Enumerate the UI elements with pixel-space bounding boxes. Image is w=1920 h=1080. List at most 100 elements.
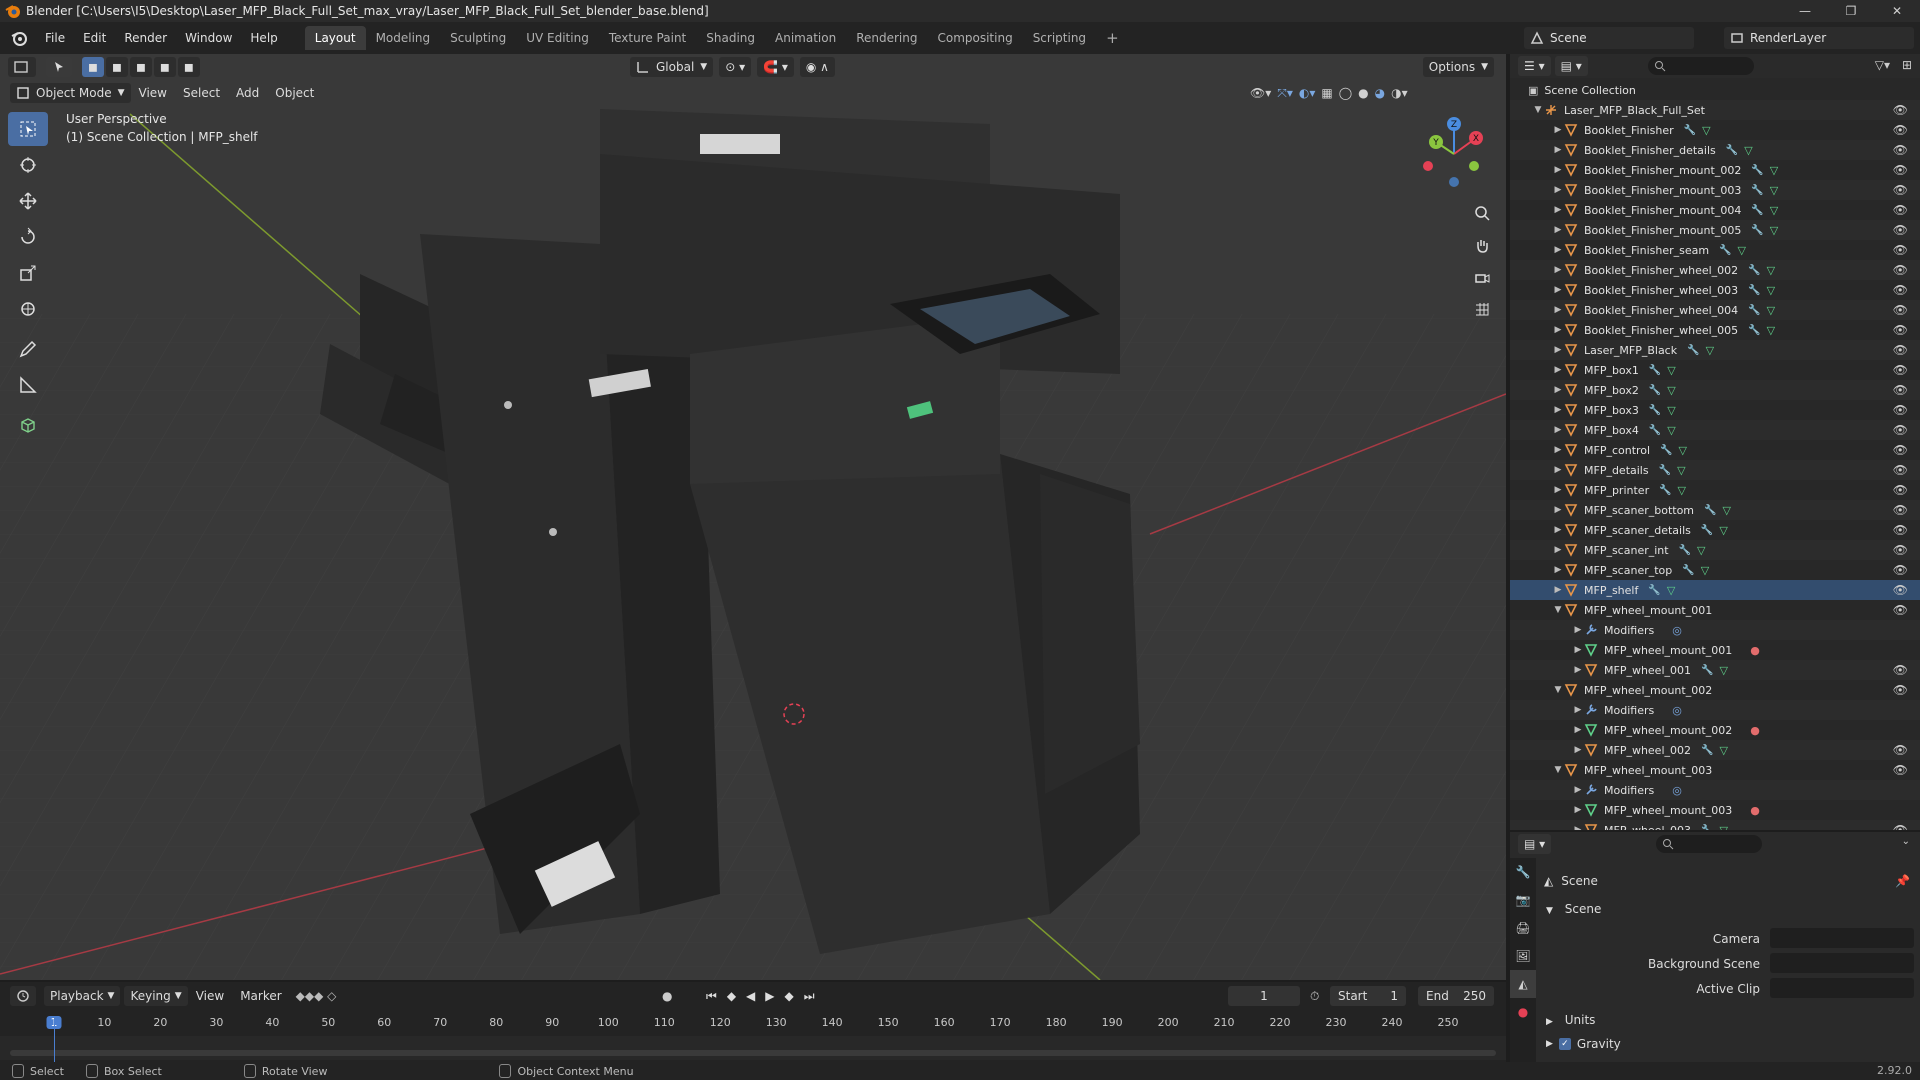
modifier-badge-icon[interactable]: 🔧 bbox=[1726, 145, 1738, 156]
chevron-right-icon[interactable]: ▶ bbox=[1572, 665, 1584, 675]
modifier-badge-icon[interactable]: 🔧 bbox=[1748, 265, 1760, 276]
material-shading-icon[interactable]: ◕ bbox=[1375, 86, 1385, 100]
visibility-eye-icon[interactable]: 👁 bbox=[1893, 363, 1908, 377]
visibility-eye-icon[interactable]: 👁 bbox=[1893, 463, 1908, 477]
current-frame-field[interactable]: 1 bbox=[1228, 986, 1300, 1006]
modifier-badge-icon[interactable]: 🔧 bbox=[1649, 365, 1661, 376]
select-intersect-icon[interactable]: ◼ bbox=[177, 57, 200, 77]
chevron-down-icon[interactable]: ▼ bbox=[1532, 105, 1544, 115]
outliner-row[interactable]: ▶ Booklet_Finisher_wheel_005 🔧 ▽ 👁 bbox=[1510, 320, 1920, 340]
chevron-right-icon[interactable]: ▶ bbox=[1552, 565, 1564, 575]
outliner-row[interactable]: ▶ MFP_wheel_mount_002 ● bbox=[1510, 720, 1920, 740]
tab-compositing[interactable]: Compositing bbox=[927, 26, 1022, 50]
outliner-root[interactable]: ▣ Scene Collection bbox=[1510, 80, 1920, 100]
outliner-row[interactable]: ▼ MFP_wheel_mount_003 👁 bbox=[1510, 760, 1920, 780]
properties-editor-type-button[interactable]: ▤ ▾ bbox=[1518, 834, 1552, 854]
end-frame-field[interactable]: End 250 bbox=[1418, 986, 1494, 1006]
outliner-row[interactable]: ▶ Booklet_Finisher_seam 🔧 ▽ 👁 bbox=[1510, 240, 1920, 260]
jump-start-icon[interactable]: ⏮ bbox=[706, 989, 717, 1004]
world-tab-icon[interactable]: ● bbox=[1510, 998, 1536, 1026]
output-tab-icon[interactable]: 🖨 bbox=[1510, 914, 1536, 942]
menu-window[interactable]: Window bbox=[176, 22, 241, 54]
chevron-right-icon[interactable]: ▶ bbox=[1552, 425, 1564, 435]
modifier-badge-icon[interactable]: 🔧 bbox=[1701, 525, 1713, 536]
transform-orientation-dropdown[interactable]: Global ▼ bbox=[630, 57, 714, 77]
outliner-row[interactable]: ▶ MFP_details 🔧 ▽ 👁 bbox=[1510, 460, 1920, 480]
tab-sculpting[interactable]: Sculpting bbox=[440, 26, 516, 50]
modifier-badge-icon[interactable]: 🔧 bbox=[1682, 565, 1694, 576]
chevron-right-icon[interactable]: ▶ bbox=[1552, 385, 1564, 395]
chevron-right-icon[interactable]: ▶ bbox=[1552, 445, 1564, 455]
chevron-down-icon[interactable]: ▼ bbox=[1552, 685, 1564, 695]
visibility-eye-icon[interactable]: 👁 bbox=[1893, 583, 1908, 597]
outliner-row[interactable]: ▶ MFP_scaner_bottom 🔧 ▽ 👁 bbox=[1510, 500, 1920, 520]
jump-end-icon[interactable]: ⏭ bbox=[804, 989, 815, 1004]
visibility-eye-icon[interactable]: 👁 bbox=[1893, 423, 1908, 437]
outliner-row[interactable]: ▶ MFP_box1 🔧 ▽ 👁 bbox=[1510, 360, 1920, 380]
pan-hand-icon[interactable] bbox=[1468, 231, 1496, 259]
mesh-data-badge-icon[interactable]: ▽ bbox=[1767, 324, 1775, 337]
play-reverse-icon[interactable]: ◀ bbox=[746, 989, 755, 1004]
chevron-right-icon[interactable]: ▶ bbox=[1552, 265, 1564, 275]
tab-uv-editing[interactable]: UV Editing bbox=[516, 26, 599, 50]
outliner-row[interactable]: ▶ Modifiers ◎ bbox=[1510, 700, 1920, 720]
menu-help[interactable]: Help bbox=[241, 22, 286, 54]
mesh-data-badge-icon[interactable]: ▽ bbox=[1702, 124, 1710, 137]
outliner-row[interactable]: ▶ Booklet_Finisher_mount_004 🔧 ▽ 👁 bbox=[1510, 200, 1920, 220]
wireframe-shading-icon[interactable]: ◯ bbox=[1339, 86, 1352, 100]
visibility-eye-icon[interactable]: 👁 bbox=[1893, 303, 1908, 317]
filter-icon[interactable]: ▽▾ bbox=[1875, 58, 1890, 72]
outliner-search-input[interactable] bbox=[1648, 57, 1754, 75]
outliner-row[interactable]: ▶ MFP_scaner_top 🔧 ▽ 👁 bbox=[1510, 560, 1920, 580]
visibility-eye-icon[interactable]: 👁 bbox=[1893, 483, 1908, 497]
pivot-point-dropdown[interactable]: ⊙ ▾ bbox=[719, 57, 752, 77]
start-frame-field[interactable]: Start 1 bbox=[1330, 986, 1406, 1006]
gizmo-toggle-icon[interactable]: ⤧▾ bbox=[1277, 86, 1293, 101]
outliner-row[interactable]: ▶ MFP_control 🔧 ▽ 👁 bbox=[1510, 440, 1920, 460]
keying-menu[interactable]: Keying ▼ bbox=[124, 986, 188, 1006]
modifier-badge-icon[interactable]: 🔧 bbox=[1751, 165, 1763, 176]
material-badge-icon[interactable]: ● bbox=[1750, 644, 1760, 657]
outliner-row[interactable]: ▶ MFP_wheel_002 🔧 ▽ 👁 bbox=[1510, 740, 1920, 760]
scene-selector[interactable]: Scene bbox=[1524, 27, 1694, 49]
editor-type-button[interactable] bbox=[8, 57, 36, 77]
playback-menu[interactable]: Playback ▼ bbox=[44, 986, 121, 1006]
background-scene-field[interactable] bbox=[1770, 953, 1914, 973]
overlays-toggle-icon[interactable]: ◐▾ bbox=[1299, 86, 1316, 100]
modifier-badge-icon[interactable]: 🔧 bbox=[1748, 285, 1760, 296]
outliner-row[interactable]: ▶ MFP_box2 🔧 ▽ 👁 bbox=[1510, 380, 1920, 400]
outliner-row[interactable]: ▶ MFP_printer 🔧 ▽ 👁 bbox=[1510, 480, 1920, 500]
chevron-right-icon[interactable]: ▶ bbox=[1552, 405, 1564, 415]
visibility-icon[interactable]: 👁▾ bbox=[1250, 86, 1271, 100]
mesh-data-badge-icon[interactable]: ▽ bbox=[1677, 464, 1685, 477]
proportional-editing-toggle[interactable]: ◉ ∧ bbox=[799, 57, 835, 77]
rendered-shading-icon[interactable]: ◑▾ bbox=[1391, 86, 1408, 100]
modifier-badge-icon[interactable]: 🔧 bbox=[1751, 205, 1763, 216]
display-mode-button[interactable]: ▤ ▾ bbox=[1554, 56, 1588, 76]
modifier-badge-icon[interactable]: 🔧 bbox=[1701, 665, 1713, 676]
tab-layout[interactable]: Layout bbox=[304, 26, 366, 50]
chevron-right-icon[interactable]: ▶ bbox=[1552, 505, 1564, 515]
mesh-data-badge-icon[interactable]: ▽ bbox=[1706, 344, 1714, 357]
mesh-data-badge-icon[interactable]: ▽ bbox=[1667, 364, 1675, 377]
visibility-eye-icon[interactable]: 👁 bbox=[1893, 823, 1908, 830]
keyframe-icons[interactable]: ◆◆◆ ◇ bbox=[296, 989, 337, 1003]
close-button[interactable]: ✕ bbox=[1874, 0, 1920, 22]
outliner-row[interactable]: ▶ MFP_box4 🔧 ▽ 👁 bbox=[1510, 420, 1920, 440]
cursor-tool[interactable] bbox=[8, 148, 48, 182]
outliner-row[interactable]: ▶ Modifiers ◎ bbox=[1510, 780, 1920, 800]
outliner-row[interactable]: ▶ Booklet_Finisher_wheel_003 🔧 ▽ 👁 bbox=[1510, 280, 1920, 300]
visibility-eye-icon[interactable]: 👁 bbox=[1893, 383, 1908, 397]
outliner-row[interactable]: ▶ MFP_wheel_mount_001 ● bbox=[1510, 640, 1920, 660]
mesh-data-badge-icon[interactable]: ▽ bbox=[1697, 544, 1705, 557]
mesh-data-badge-icon[interactable]: ▽ bbox=[1719, 664, 1727, 677]
3d-viewport[interactable]: ◼ ◼ ◼ ◼ ◼ Global ▼ ⊙ ▾ 🧲 ▾ ◉ ∧ Options ▼… bbox=[0, 54, 1506, 980]
add-workspace-button[interactable]: + bbox=[1096, 26, 1129, 50]
chevron-right-icon[interactable]: ▶ bbox=[1572, 825, 1584, 830]
play-icon[interactable]: ▶ bbox=[765, 989, 774, 1004]
visibility-eye-icon[interactable]: 👁 bbox=[1893, 323, 1908, 337]
outliner-row[interactable]: ▶ MFP_scaner_int 🔧 ▽ 👁 bbox=[1510, 540, 1920, 560]
visibility-eye-icon[interactable]: 👁 bbox=[1893, 763, 1908, 777]
gravity-checkbox[interactable]: ✓ bbox=[1558, 1038, 1571, 1050]
tab-modeling[interactable]: Modeling bbox=[366, 26, 441, 50]
